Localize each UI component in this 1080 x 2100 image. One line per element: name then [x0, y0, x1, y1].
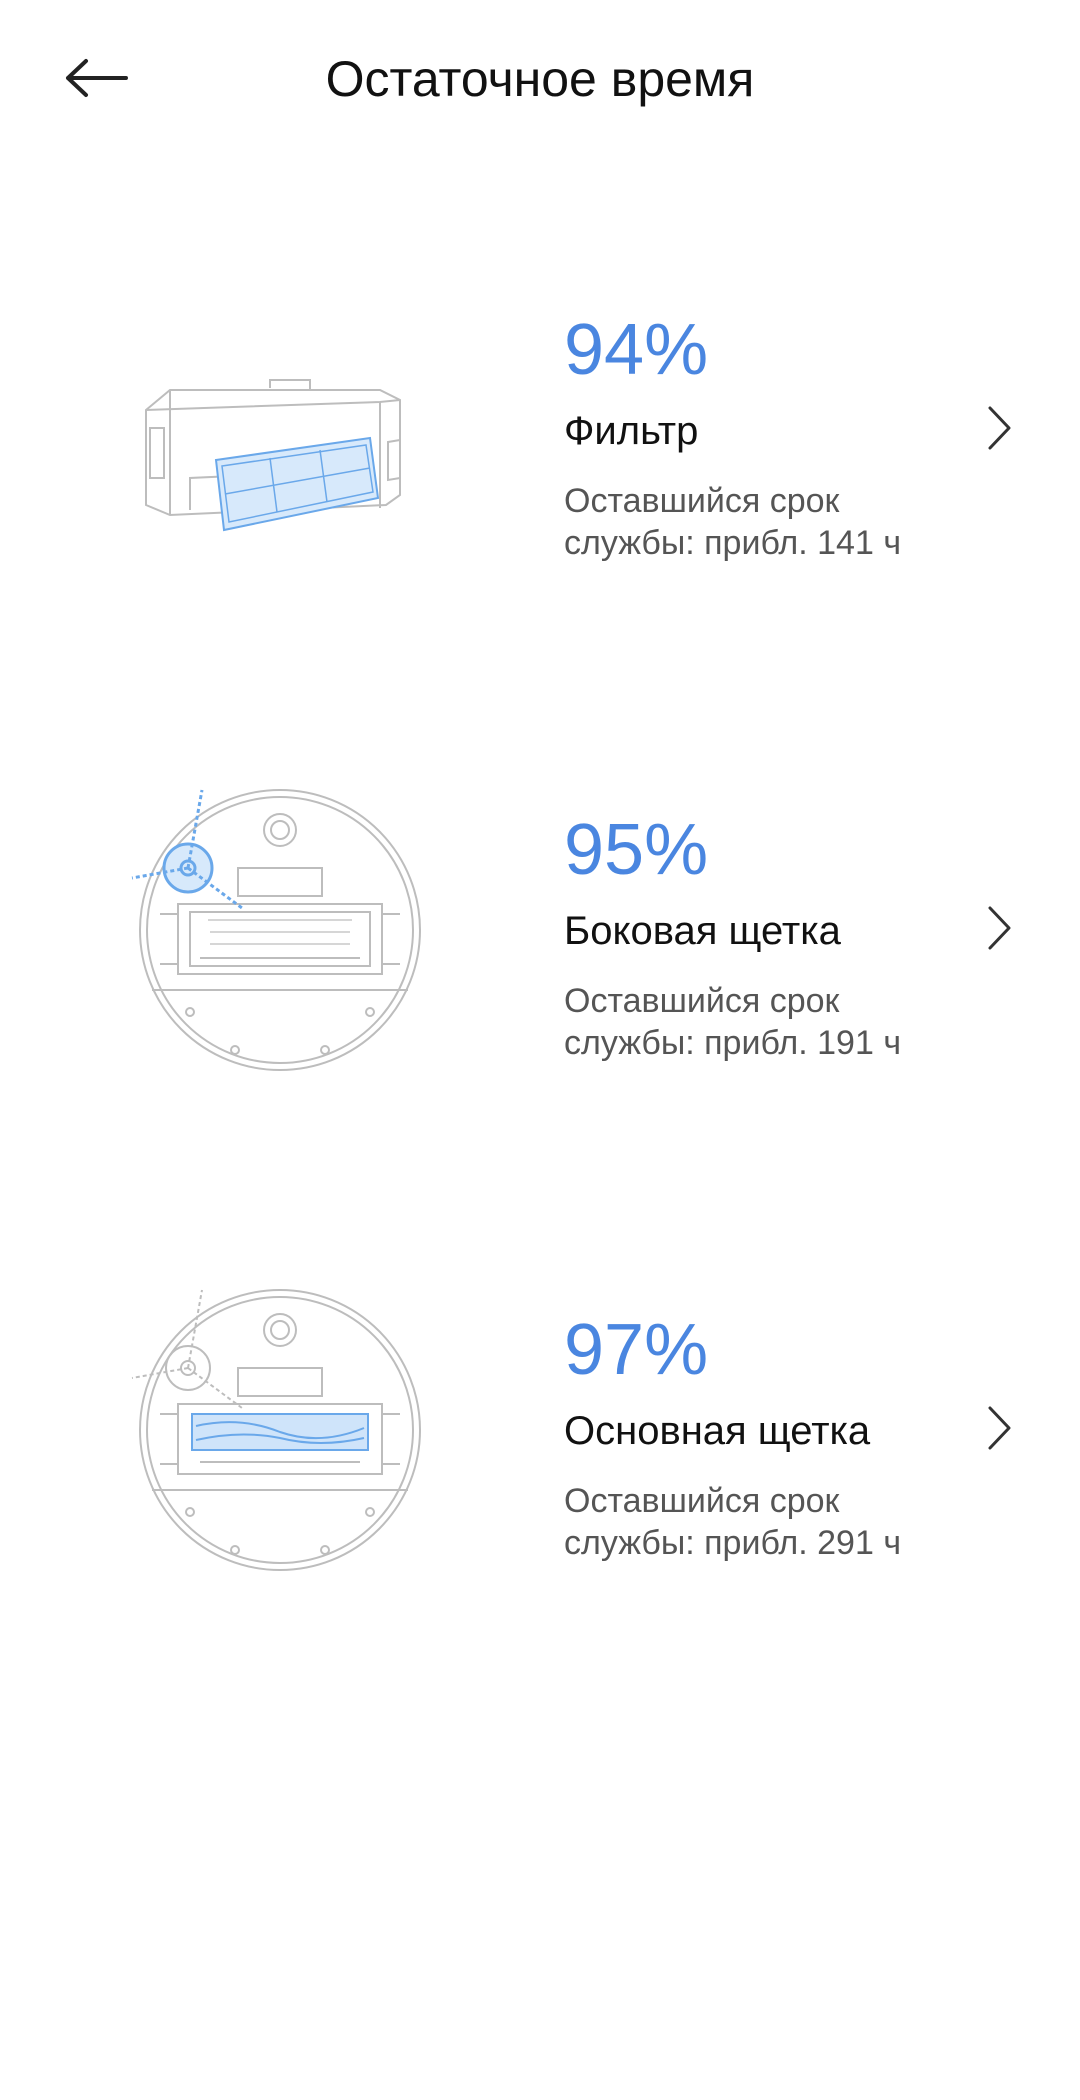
- chevron-right-icon: [988, 406, 1011, 450]
- header: Остаточное время: [0, 0, 1080, 160]
- item-name: Боковая щетка: [564, 909, 841, 953]
- list-item-side-brush[interactable]: 95% Боковая щетка Оставшийся срок службы…: [0, 720, 1080, 1140]
- item-description: Оставшийся срок службы: прибл. 291 ч: [564, 1482, 902, 1562]
- remaining-percent: 95%: [564, 810, 709, 890]
- main-brush-illustration: [130, 1280, 430, 1580]
- list-item-filter[interactable]: 94% Фильтр Оставшийся срок службы: прибл…: [0, 220, 1080, 640]
- list-item-main-brush[interactable]: 97% Основная щетка Оставшийся срок служб…: [0, 1220, 1080, 1640]
- chevron-right-icon: [988, 906, 1011, 950]
- remaining-percent: 97%: [564, 1310, 709, 1390]
- page-title: Остаточное время: [325, 51, 755, 107]
- side-brush-illustration: [130, 780, 430, 1080]
- item-description: Оставшийся срок службы: прибл. 191 ч: [564, 982, 902, 1062]
- chevron-right-icon: [988, 1406, 1011, 1450]
- remaining-percent: 94%: [564, 310, 709, 390]
- filter-illustration: [130, 280, 430, 580]
- item-name: Фильтр: [564, 409, 699, 453]
- item-description: Оставшийся срок службы: прибл. 141 ч: [564, 482, 902, 562]
- item-name: Основная щетка: [564, 1409, 871, 1453]
